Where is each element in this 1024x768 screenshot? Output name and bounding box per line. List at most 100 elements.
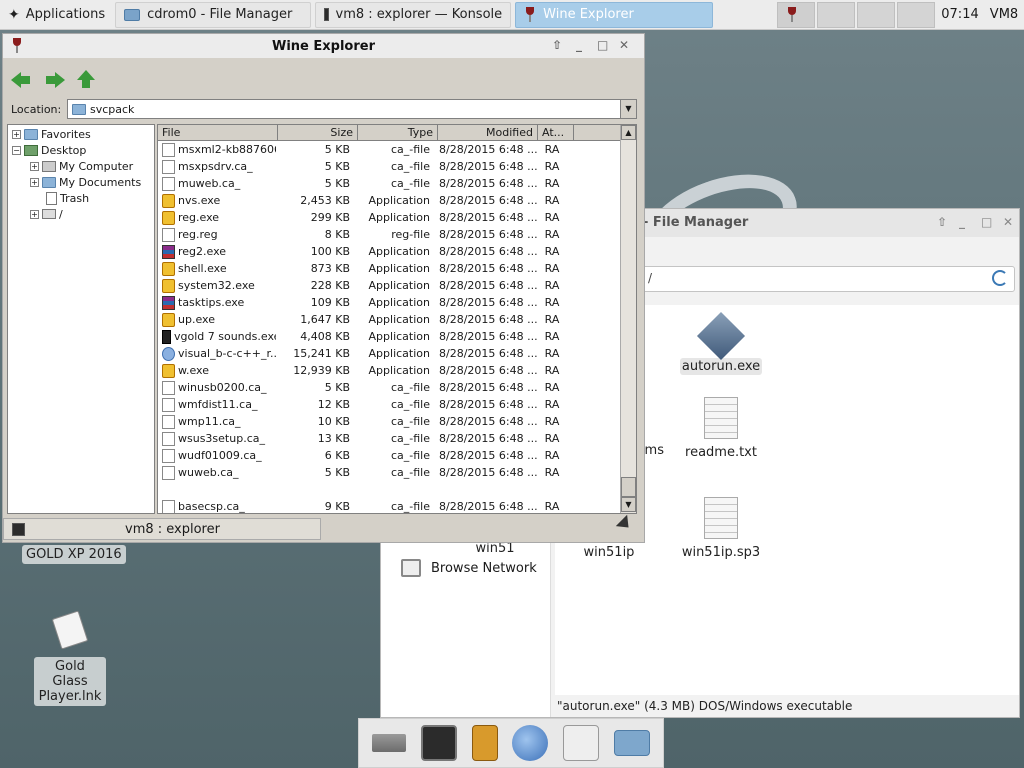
tree-item-root[interactable]: + / <box>30 207 63 221</box>
column-header-file[interactable]: File <box>158 125 278 141</box>
minimize-button[interactable]: _ <box>576 38 582 52</box>
workspace-4[interactable] <box>897 1 935 28</box>
cell-attributes: RA <box>544 364 560 377</box>
document-icon <box>162 227 175 242</box>
chevron-down-icon[interactable]: ▼ <box>620 100 636 118</box>
tree-item-desktop[interactable]: − Desktop <box>12 143 86 157</box>
wine-explorer-window[interactable]: Wine Explorer ⇧ _ □ ✕ Location: svcpack … <box>2 33 645 543</box>
forward-arrow-icon[interactable] <box>43 70 65 90</box>
table-row[interactable]: reg.exe 299 KB Application 8/28/2015 6:48 .… <box>158 209 622 226</box>
close-button[interactable]: ✕ <box>619 38 629 52</box>
table-row[interactable]: wmfdist11.ca_ 12 KB ca_-file 8/28/2015 6:48… <box>158 396 622 413</box>
maximize-button[interactable]: □ <box>597 38 608 52</box>
terminal-icon[interactable] <box>420 725 457 761</box>
browse-network-item[interactable]: Browse Network <box>401 559 537 577</box>
scroll-down-icon[interactable]: ▼ <box>621 497 636 512</box>
wine-glass-icon <box>524 6 536 23</box>
table-row[interactable]: reg.reg 8 KB reg-file 8/28/2015 6:48 ... RA <box>158 226 622 243</box>
table-row[interactable]: winusb0200.ca_ 5 KB ca_-file 8/28/2015 6:48… <box>158 379 622 396</box>
file-item-win51[interactable]: win51 <box>435 541 555 556</box>
column-header-attributes[interactable]: At... <box>538 125 574 141</box>
task-file-manager[interactable]: cdrom0 - File Manager <box>115 1 312 28</box>
task-konsole[interactable]: vm8 : explorer — Konsole <box>315 1 512 28</box>
cell-modified: 8/28/2015 6:48 ... <box>439 245 538 258</box>
cell-size: 4,408 KB <box>300 330 350 343</box>
collapse-icon[interactable]: − <box>12 145 21 155</box>
file-cabinet-icon[interactable] <box>471 725 498 761</box>
desktop-icon-gold-glass-player[interactable]: Gold Glass Player.lnk <box>34 657 106 706</box>
executable-icon <box>696 311 746 361</box>
workspace-2[interactable] <box>817 1 855 28</box>
location-combo[interactable]: svcpack ▼ <box>67 99 637 119</box>
table-row[interactable]: muweb.ca_ 5 KB ca_-file 8/28/2015 6:48 ... R… <box>158 175 622 192</box>
table-row[interactable]: system32.exe 228 KB Application 8/28/2015 6… <box>158 277 622 294</box>
workspace-1[interactable] <box>777 1 815 28</box>
application-icon <box>162 363 175 378</box>
cell-size: 6 KB <box>324 449 350 462</box>
file-item-win51ip-sp3[interactable]: win51ip.sp3 <box>661 497 781 560</box>
wine-explorer-titlebar[interactable]: Wine Explorer ⇧ _ □ ✕ <box>3 34 644 58</box>
column-header-size[interactable]: Size <box>278 125 358 141</box>
table-row[interactable]: w.exe 12,939 KB Application 8/28/2015 6:48 … <box>158 362 622 379</box>
cell-type: ca_-file <box>390 398 430 411</box>
tree-item-my-computer[interactable]: + My Computer <box>30 159 133 173</box>
cell-attributes: RA <box>544 432 560 445</box>
file-name: muweb.ca_ <box>178 177 241 190</box>
refresh-icon[interactable] <box>992 270 1008 286</box>
pin-icon[interactable]: ⇧ <box>552 38 562 52</box>
cell-modified: 8/28/2015 6:48 ... <box>439 143 538 156</box>
task-wine-explorer[interactable]: Wine Explorer <box>515 1 714 28</box>
file-item-readme[interactable]: readme.txt <box>661 397 781 460</box>
pin-icon[interactable]: ⇧ <box>937 215 947 229</box>
scroll-thumb[interactable] <box>621 477 636 497</box>
file-item-autorun[interactable]: autorun.exe <box>661 311 781 375</box>
expand-icon[interactable]: + <box>30 209 39 219</box>
table-row[interactable]: visual_b-c-c++_r... 15,241 KB Application 8… <box>158 345 622 362</box>
tree-item-trash[interactable]: Trash <box>46 191 89 205</box>
archive-icon <box>162 244 175 259</box>
cell-size: 873 KB <box>310 262 350 275</box>
table-row[interactable]: msxpsdrv.ca_ 5 KB ca_-file 8/28/2015 6:48 .… <box>158 158 622 175</box>
table-row[interactable] <box>158 481 622 498</box>
applications-menu-button[interactable]: ✦ Applications <box>0 2 113 28</box>
clock[interactable]: 07:14 <box>936 7 984 22</box>
file-name: w.exe <box>178 364 209 377</box>
tree-item-my-documents[interactable]: + My Documents <box>30 175 141 189</box>
desktop-icon-gold-xp[interactable]: GOLD XP 2016 <box>22 545 126 564</box>
table-row[interactable]: vgold 7 sounds.exe 4,408 KB Application 8/2… <box>158 328 622 345</box>
up-arrow-icon[interactable] <box>75 70 97 90</box>
table-row[interactable]: wmp11.ca_ 10 KB ca_-file 8/28/2015 6:48 ...… <box>158 413 622 430</box>
maximize-button[interactable]: □ <box>981 215 992 229</box>
cell-attributes: RA <box>544 211 560 224</box>
table-row[interactable]: basecsp.ca_ 9 KB ca_-file 8/28/2015 6:48 ..… <box>158 498 622 513</box>
scroll-up-icon[interactable]: ▲ <box>621 125 636 140</box>
table-row[interactable]: nvs.exe 2,453 KB Application 8/28/2015 6:48… <box>158 192 622 209</box>
table-row[interactable]: wudf01009.ca_ 6 KB ca_-file 8/28/2015 6:48 … <box>158 447 622 464</box>
cell-file: reg.exe <box>158 210 276 225</box>
path-bar[interactable]: / <box>641 266 1015 292</box>
folder-icon[interactable] <box>613 730 650 756</box>
minimize-button[interactable]: _ <box>959 215 965 229</box>
column-header-type[interactable]: Type <box>358 125 438 141</box>
search-icon[interactable] <box>562 725 599 761</box>
table-row[interactable]: up.exe 1,647 KB Application 8/28/2015 6:48 … <box>158 311 622 328</box>
back-arrow-icon[interactable] <box>11 70 33 90</box>
vertical-scrollbar[interactable]: ▲ ▼ <box>620 125 636 513</box>
expand-icon[interactable]: + <box>30 161 39 171</box>
close-button[interactable]: ✕ <box>1003 215 1013 229</box>
table-row[interactable]: wuweb.ca_ 5 KB ca_-file 8/28/2015 6:48 ... R… <box>158 464 622 481</box>
file-name: reg.reg <box>178 228 218 241</box>
expand-icon[interactable]: + <box>12 129 21 139</box>
web-browser-icon[interactable] <box>512 725 549 761</box>
table-row[interactable]: tasktips.exe 109 KB Application 8/28/2015 6… <box>158 294 622 311</box>
table-row[interactable]: msxml2-kb887606.... 5 KB ca_-file 8/28/2015… <box>158 141 622 158</box>
column-header-modified[interactable]: Modified <box>438 125 538 141</box>
show-desktop-icon[interactable] <box>372 734 407 752</box>
table-row[interactable]: shell.exe 873 KB Application 8/28/2015 6:48… <box>158 260 622 277</box>
table-row[interactable]: reg2.exe 100 KB Application 8/28/2015 6:48 … <box>158 243 622 260</box>
cell-type: ca_-file <box>390 177 430 190</box>
expand-icon[interactable]: + <box>30 177 39 187</box>
workspace-3[interactable] <box>857 1 895 28</box>
tree-item-favorites[interactable]: + Favorites <box>12 127 91 141</box>
table-row[interactable]: wsus3setup.ca_ 13 KB ca_-file 8/28/2015 6:4… <box>158 430 622 447</box>
